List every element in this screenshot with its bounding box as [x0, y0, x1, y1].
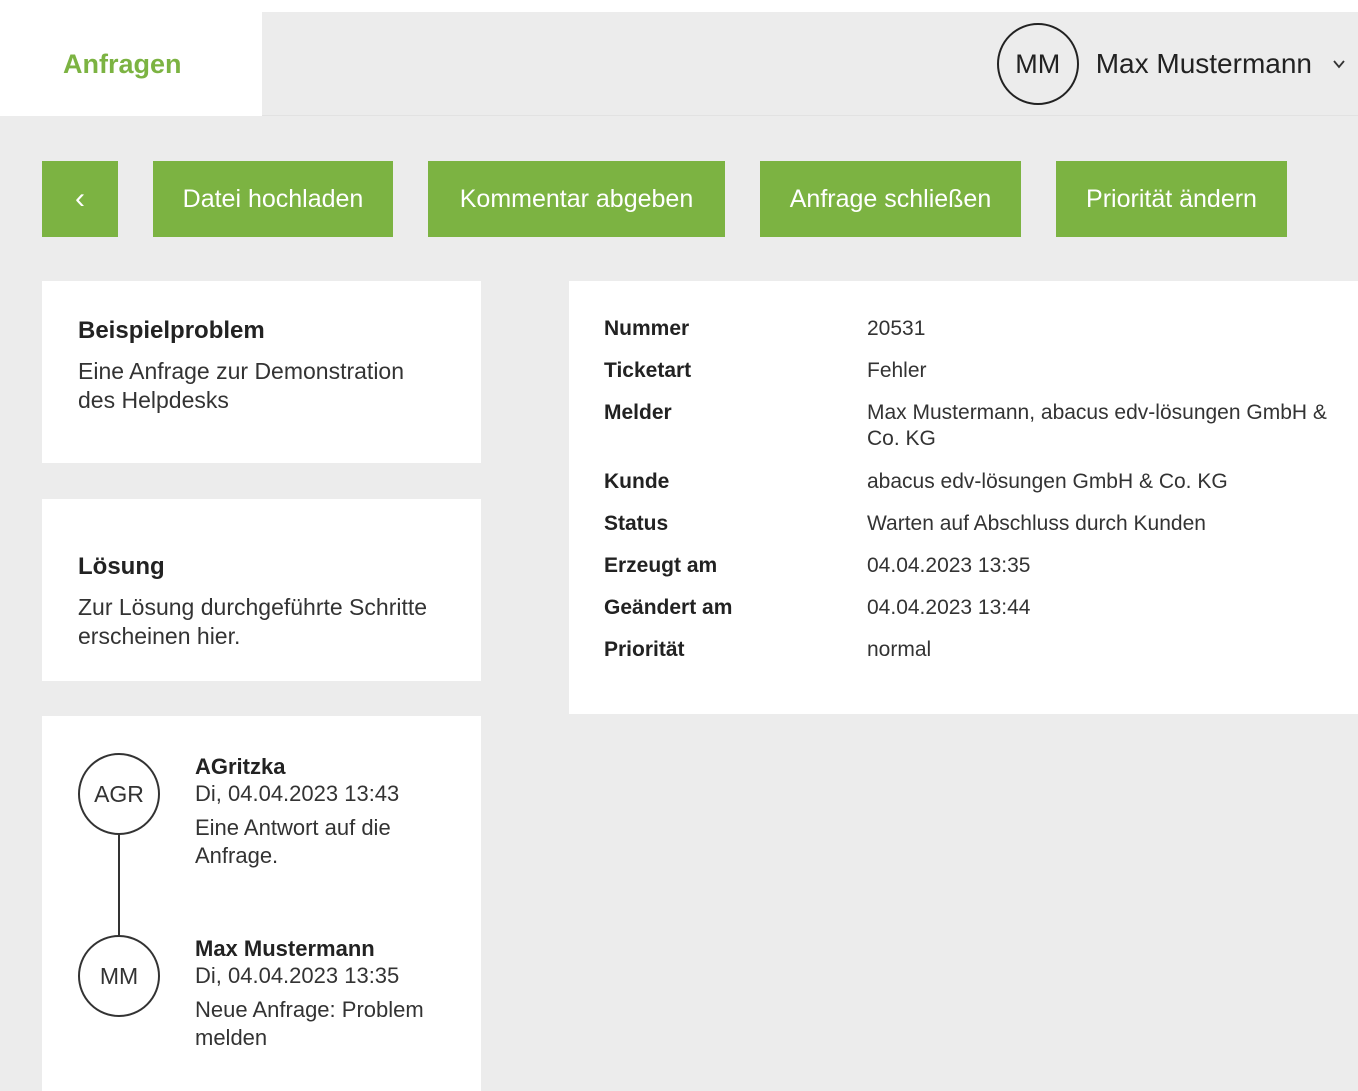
problem-card: Beispielproblem Eine Anfrage zur Demonst…: [42, 281, 481, 463]
entry-text: Eine Antwort auf die Anfrage.: [195, 815, 391, 868]
detail-value: normal: [867, 638, 932, 661]
detail-label: Nummer: [604, 317, 690, 340]
entry-date: Di, 04.04.2023 13:43: [195, 781, 400, 806]
avatar-initials: AGR: [94, 780, 144, 807]
user-name: Max Mustermann: [1095, 48, 1312, 79]
entry-author: AGritzka: [195, 754, 286, 779]
problem-title: Beispielproblem: [78, 317, 265, 344]
avatar: MM: [996, 23, 1079, 105]
detail-value: Warten auf Abschluss durch Kunden: [867, 512, 1206, 535]
solution-card: Lösung Zur Lösung durchgeführte Schritte…: [42, 499, 481, 681]
detail-label: Kunde: [604, 470, 670, 493]
chevron-down-icon[interactable]: [1332, 57, 1346, 71]
tab-label: Anfragen: [63, 48, 182, 79]
avatar: AGR: [78, 753, 160, 835]
avatar-initials: MM: [99, 962, 139, 989]
activity-timeline-card: AGR AGritzka Di, 04.04.2023 13:43 Eine A…: [42, 716, 481, 1091]
close-request-button[interactable]: Anfrage schließen: [760, 161, 1021, 237]
change-priority-button[interactable]: Priorität ändern: [1056, 161, 1287, 237]
solution-title: Lösung: [78, 553, 165, 580]
timeline-entry: Max Mustermann Di, 04.04.2023 13:35 Neue…: [195, 935, 465, 1052]
top-bar: Anfragen MM Max Mustermann: [0, 12, 1358, 116]
detail-label: Melder: [604, 401, 672, 424]
entry-author: Max Mustermann: [195, 936, 375, 961]
user-menu[interactable]: MM Max Mustermann: [996, 12, 1346, 116]
entry-date: Di, 04.04.2023 13:35: [195, 963, 400, 988]
ticket-details-card: Nummer 20531 Ticketart Fehler Melder Max…: [569, 281, 1358, 714]
entry-text: Neue Anfrage: Problem melden: [195, 997, 424, 1050]
app-shell: Anfragen MM Max Mustermann ‹ Datei hochl…: [0, 12, 1358, 1091]
detail-label: Ticketart: [604, 359, 692, 382]
tab-anfragen[interactable]: Anfragen: [0, 12, 262, 116]
detail-value: Fehler: [867, 359, 927, 382]
detail-value: Max Mustermann, abacus edv-lösungen GmbH…: [867, 401, 1327, 450]
detail-label: Status: [604, 512, 669, 535]
detail-value: 20531: [867, 317, 926, 340]
detail-label: Priorität: [604, 638, 685, 661]
upload-file-button[interactable]: Datei hochladen: [153, 161, 393, 237]
avatar: MM: [78, 935, 160, 1017]
chevron-left-icon: ‹: [75, 182, 85, 215]
back-button[interactable]: ‹: [42, 161, 118, 237]
avatar-initials: MM: [1015, 48, 1061, 79]
detail-label: Erzeugt am: [604, 554, 718, 577]
problem-description: Eine Anfrage zur Demonstration des Helpd…: [78, 358, 405, 413]
timeline-connector: [118, 834, 120, 938]
timeline-entry: AGritzka Di, 04.04.2023 13:43 Eine Antwo…: [195, 753, 465, 870]
action-toolbar: ‹ Datei hochladen Kommentar abgeben Anfr…: [42, 161, 1287, 237]
solution-description: Zur Lösung durchgeführte Schritte ersche…: [78, 594, 428, 649]
detail-value: 04.04.2023 13:35: [867, 554, 1031, 577]
add-comment-button[interactable]: Kommentar abgeben: [428, 161, 725, 237]
detail-value: abacus edv-lösungen GmbH & Co. KG: [867, 470, 1228, 493]
detail-value: 04.04.2023 13:44: [867, 596, 1031, 619]
detail-label: Geändert am: [604, 596, 733, 619]
